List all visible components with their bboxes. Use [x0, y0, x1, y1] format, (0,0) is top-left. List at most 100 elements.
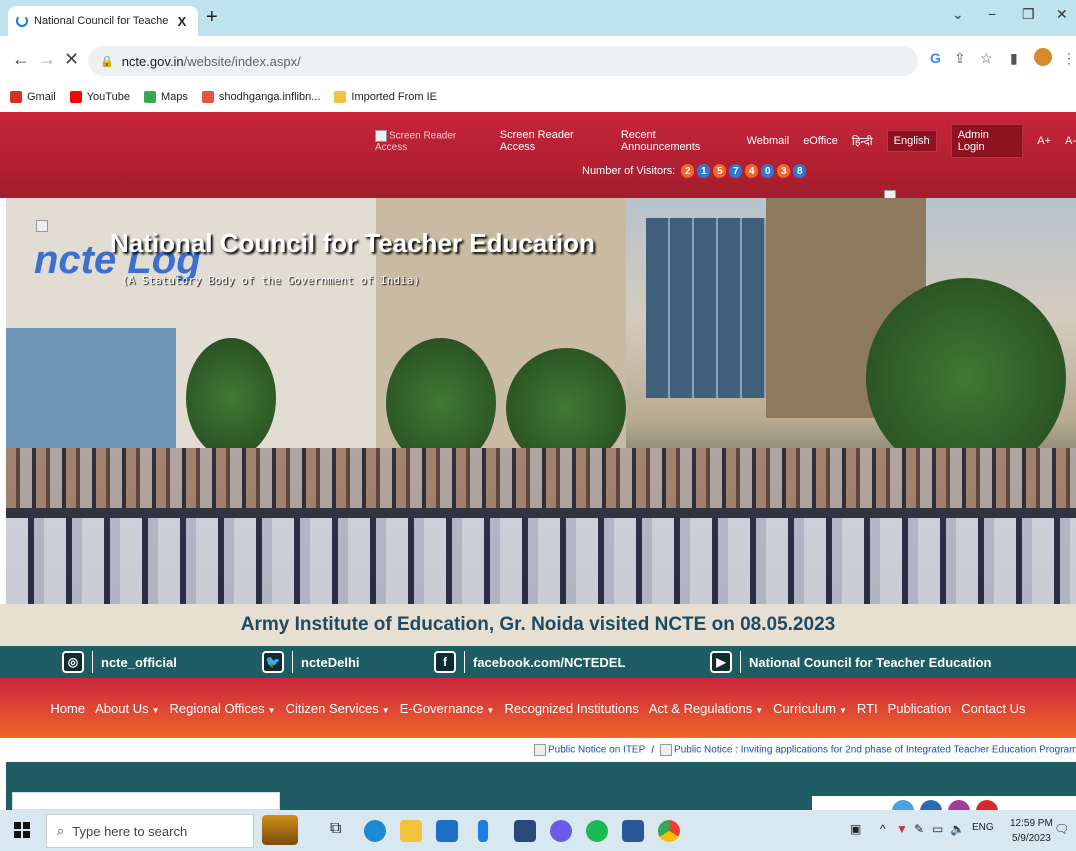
chrome-icon[interactable] — [658, 820, 680, 842]
hindi-link[interactable]: हिन्दी — [852, 134, 873, 149]
system-clock[interactable]: 12:59 PM 5/9/2023 — [1010, 816, 1053, 846]
english-button[interactable]: English — [886, 130, 937, 152]
mail-icon[interactable] — [436, 820, 458, 842]
bookmark-item[interactable]: Gmail — [10, 91, 56, 103]
bookmark-item[interactable]: YouTube — [69, 91, 130, 103]
font-increase-button[interactable]: A+ — [1037, 135, 1051, 147]
nav-label: Act & Regulations — [648, 700, 753, 716]
back-icon[interactable]: ← — [12, 48, 30, 70]
show-hidden-icons[interactable]: ^ — [880, 822, 886, 836]
antivirus-icon[interactable]: ▼ — [896, 822, 908, 836]
facebook-handle: facebook.com/NCTEDEL — [473, 654, 626, 670]
visitor-counter: Number of Visitors: 21574038 — [582, 164, 807, 178]
taskbar-search[interactable]: ⌕ Type here to search — [46, 814, 254, 848]
screen-reader-link[interactable]: Screen Reader Access — [500, 129, 607, 153]
nav-label: Regional Offices — [169, 700, 265, 716]
visitors-label: Number of Visitors: — [582, 165, 676, 177]
file-explorer-icon[interactable] — [400, 820, 422, 842]
font-decrease-button[interactable]: A- — [1065, 135, 1076, 147]
youtube-icon: ▶ — [710, 651, 732, 673]
youtube-link[interactable]: ▶ National Council for Teacher Education — [710, 651, 991, 673]
language-indicator[interactable]: ENG — [972, 822, 994, 833]
instagram-icon: ◎ — [62, 651, 84, 673]
content-card — [812, 796, 1076, 810]
nav-item-curriculum[interactable]: Curriculum ▼ — [773, 701, 847, 716]
nav-item-citizen-services[interactable]: Citizen Services ▼ — [286, 701, 390, 716]
pen-icon[interactable]: ✎ — [914, 822, 924, 836]
address-bar[interactable]: 🔒 ncte.gov.in/website/index.aspx/ — [88, 46, 918, 76]
twitter-link[interactable]: 🐦 ncteDelhi — [262, 651, 360, 673]
visitor-digit: 1 — [697, 164, 711, 178]
nav-item-about-us[interactable]: About Us ▼ — [95, 701, 159, 716]
menu-kebab-icon[interactable]: ⋮ — [1062, 50, 1076, 67]
google-translate-icon[interactable]: G — [930, 50, 941, 66]
spotify-icon[interactable] — [586, 820, 608, 842]
tab-close-icon[interactable]: X — [174, 14, 190, 29]
notifications-icon[interactable]: 🗨 — [1054, 822, 1069, 836]
tab-title: National Council for Teacher Edu — [34, 15, 168, 27]
notice-ticker: Public Notice on ITEP / Public Notice : … — [0, 738, 1076, 762]
admin-login-button[interactable]: Admin Login — [950, 124, 1024, 158]
visitor-digit: 8 — [793, 164, 807, 178]
bookmark-item[interactable]: Imported From IE — [334, 91, 437, 103]
search-placeholder: Type here to search — [72, 823, 188, 839]
instagram-handle: ncte_official — [101, 654, 177, 670]
browser-tab[interactable]: National Council for Teacher Edu X — [8, 6, 198, 36]
notice-link-itep[interactable]: Public Notice on ITEP — [534, 744, 645, 756]
tree — [186, 338, 276, 458]
stop-icon[interactable]: ✕ — [64, 48, 79, 70]
word-icon[interactable] — [622, 820, 644, 842]
recent-announcements-link[interactable]: Recent Announcements — [621, 129, 733, 153]
app-icon[interactable] — [478, 820, 488, 842]
forward-icon[interactable]: → — [38, 48, 56, 70]
news-widget-icon[interactable]: ▣ — [850, 822, 861, 836]
facebook-link[interactable]: f facebook.com/NCTEDEL — [434, 651, 625, 673]
close-window-icon[interactable]: ✕ — [1056, 6, 1068, 23]
nav-item-e-governance[interactable]: E-Governance ▼ — [400, 701, 495, 716]
edge-icon[interactable] — [364, 820, 386, 842]
tab-search-icon[interactable]: ⌄ — [952, 6, 964, 23]
top-links: Screen Reader Access Screen Reader Acces… — [375, 124, 1076, 158]
nav-item-rti[interactable]: RTI — [857, 701, 878, 716]
volume-icon[interactable]: 🔈 — [950, 822, 965, 836]
app-icon[interactable] — [514, 820, 536, 842]
url-path: /website/index.aspx/ — [183, 53, 301, 69]
instagram-link[interactable]: ◎ ncte_official — [62, 651, 177, 673]
nav-item-publication[interactable]: Publication — [888, 701, 952, 716]
notice-link-applications[interactable]: Public Notice : Inviting applications fo… — [660, 744, 1076, 756]
minimize-icon[interactable]: − — [988, 6, 996, 22]
chevron-down-icon: ▼ — [486, 705, 495, 715]
chevron-down-icon: ▼ — [381, 705, 390, 715]
app-icon[interactable] — [550, 820, 572, 842]
visitor-digit: 4 — [745, 164, 759, 178]
restore-icon[interactable]: ❐ — [1022, 6, 1035, 23]
nav-item-act-regulations[interactable]: Act & Regulations ▼ — [649, 701, 763, 716]
side-panel-icon[interactable]: ▮ — [1010, 50, 1018, 67]
shodhganga-icon — [201, 91, 214, 103]
notice-2-text: Public Notice : Inviting applications fo… — [674, 744, 1076, 756]
nav-item-home[interactable]: Home — [50, 701, 85, 716]
notice-separator: / — [651, 744, 655, 756]
webmail-link[interactable]: Webmail — [747, 135, 790, 147]
task-view-icon[interactable]: ⧉ — [330, 820, 352, 842]
chevron-down-icon: ▼ — [151, 705, 160, 715]
share-icon[interactable]: ⇪ — [954, 50, 966, 67]
search-icon: ⌕ — [57, 823, 65, 838]
battery-icon[interactable]: ▭ — [932, 822, 943, 836]
maps-icon — [143, 91, 156, 103]
screen-reader-img-alt: Screen Reader Access — [375, 130, 457, 153]
clock-time: 12:59 PM — [1010, 818, 1053, 829]
bookmark-item[interactable]: shodhganga.inflibn... — [201, 91, 320, 103]
nav-item-contact-us[interactable]: Contact Us — [961, 701, 1025, 716]
new-tab-button[interactable]: + — [206, 6, 218, 28]
bookmark-item[interactable]: Maps — [143, 91, 188, 103]
bookmark-star-icon[interactable]: ☆ — [980, 50, 993, 67]
profile-avatar[interactable] — [1034, 48, 1052, 66]
widgets-icon[interactable] — [262, 815, 298, 845]
nav-item-recognized-institutions[interactable]: Recognized Institutions — [504, 701, 638, 716]
chevron-down-icon: ▼ — [267, 705, 276, 715]
nav-item-regional-offices[interactable]: Regional Offices ▼ — [170, 701, 276, 716]
folder-icon — [334, 91, 347, 103]
eoffice-link[interactable]: eOffice — [803, 135, 838, 147]
windows-start-icon[interactable] — [14, 822, 30, 838]
